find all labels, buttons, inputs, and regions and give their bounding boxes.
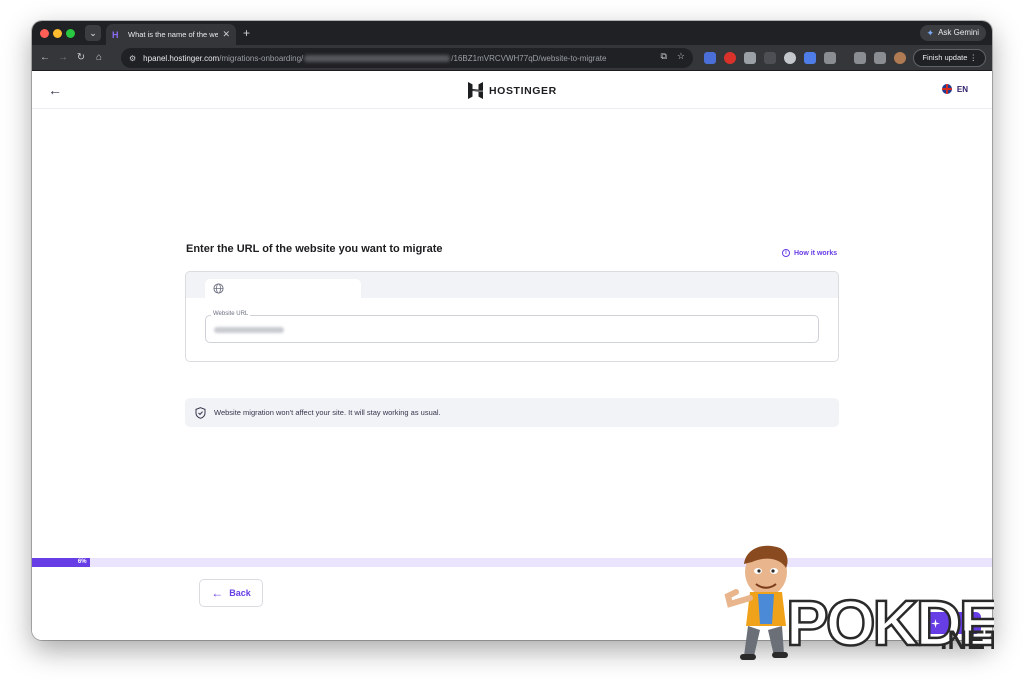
website-url-label: Website URL bbox=[211, 311, 251, 317]
page-header: ← HOSTINGER EN bbox=[32, 72, 992, 109]
minimize-window-button[interactable] bbox=[53, 29, 62, 38]
hostinger-favicon-icon: H bbox=[112, 29, 119, 40]
notice-text: Website migration won't affect your site… bbox=[214, 408, 441, 417]
extension-gray-icon[interactable] bbox=[764, 52, 776, 64]
brand-name: HOSTINGER bbox=[489, 84, 557, 97]
bookmark-star-icon[interactable]: ☆ bbox=[677, 51, 685, 62]
back-button[interactable]: ← Back bbox=[199, 579, 263, 607]
uk-flag-icon bbox=[941, 84, 952, 94]
address-bar[interactable]: ⚙ hpanel.hostinger.com /migrations-onboa… bbox=[121, 48, 693, 68]
tab-strip: ⌄ H What is the name of the websi ✕ + ✦ … bbox=[32, 21, 992, 45]
hostinger-logo: HOSTINGER bbox=[468, 82, 557, 99]
website-url-redacted-value bbox=[214, 327, 284, 333]
hostinger-mark-icon bbox=[468, 82, 483, 99]
url-path-start: /migrations-onboarding/ bbox=[219, 53, 304, 63]
tab-title: What is the name of the websi bbox=[128, 30, 219, 39]
new-tab-icon[interactable]: + bbox=[243, 26, 250, 40]
site-settings-icon[interactable]: ⚙ bbox=[129, 54, 136, 63]
install-app-icon[interactable]: ⧉ bbox=[660, 51, 666, 62]
ask-gemini-label: Ask Gemini bbox=[938, 28, 979, 37]
progress-label: 6% bbox=[77, 559, 87, 565]
extensions-puzzle-icon[interactable] bbox=[824, 52, 836, 64]
extension-shield-icon[interactable] bbox=[704, 52, 716, 64]
language-label: EN bbox=[956, 84, 968, 94]
url-path-end: /16BZ1mVRCVWH77qD/website-to-migrate bbox=[451, 53, 607, 63]
pokde-mascot-icon bbox=[724, 545, 788, 660]
pokde-net-suffix: .NET bbox=[940, 625, 994, 655]
migration-notice: Website migration won't affect your site… bbox=[185, 398, 839, 427]
profile-avatar[interactable] bbox=[894, 52, 906, 64]
tab-close-icon[interactable]: ✕ bbox=[222, 29, 230, 40]
pokde-watermark-logo: POKDE .NET bbox=[724, 545, 994, 660]
card-tab-bar bbox=[186, 272, 838, 298]
reload-icon[interactable]: ↻ bbox=[74, 50, 88, 66]
back-nav-icon[interactable]: ← bbox=[38, 50, 52, 66]
close-window-button[interactable] bbox=[40, 29, 49, 38]
shield-check-icon bbox=[195, 406, 206, 419]
extension-record-icon[interactable] bbox=[724, 52, 736, 64]
browser-tab-active[interactable]: H What is the name of the websi ✕ bbox=[106, 24, 236, 45]
extension-blue-icon[interactable] bbox=[804, 52, 816, 64]
home-icon[interactable]: ⌂ bbox=[92, 50, 106, 66]
maximize-window-button[interactable] bbox=[66, 29, 75, 38]
finish-update-label: Finish update bbox=[922, 53, 968, 62]
more-menu-icon: ⋮ bbox=[969, 53, 978, 62]
progress-fill: 6% bbox=[32, 558, 90, 567]
omnibox-actions: ⧉ ☆ bbox=[660, 51, 685, 62]
back-arrow-icon: ← bbox=[211, 586, 224, 600]
browser-toolbar: ← → ↻ ⌂ ⚙ hpanel.hostinger.com /migratio… bbox=[32, 45, 992, 71]
header-back-arrow-icon[interactable]: ← bbox=[48, 82, 62, 98]
forward-nav-icon[interactable]: → bbox=[56, 50, 70, 66]
gemini-sparkle-icon: ✦ bbox=[926, 28, 935, 38]
card-tab-website[interactable] bbox=[205, 279, 361, 298]
language-selector[interactable]: EN bbox=[941, 84, 968, 94]
screenshot-stage: ⌄ H What is the name of the websi ✕ + ✦ … bbox=[0, 0, 1024, 683]
back-button-label: Back bbox=[229, 588, 251, 598]
how-it-works-label: How it works bbox=[794, 249, 838, 257]
url-redacted-segment bbox=[304, 54, 451, 62]
ask-gemini-button[interactable]: ✦ Ask Gemini bbox=[919, 25, 986, 41]
url-host: hpanel.hostinger.com bbox=[143, 53, 220, 63]
downloads-icon[interactable] bbox=[854, 52, 866, 64]
migration-url-card: Website URL bbox=[185, 271, 839, 362]
page-title: Enter the URL of the website you want to… bbox=[186, 243, 443, 255]
website-url-input[interactable]: Website URL bbox=[205, 311, 819, 343]
finish-update-button[interactable]: Finish update ⋮ bbox=[913, 49, 986, 67]
tab-sync-icon[interactable] bbox=[874, 52, 886, 64]
extension-pen-icon[interactable] bbox=[744, 52, 756, 64]
how-it-works-link[interactable]: i How it works bbox=[782, 249, 837, 257]
extension-link-icon[interactable] bbox=[784, 52, 796, 64]
globe-icon bbox=[213, 283, 224, 294]
tab-search-chevron-icon[interactable]: ⌄ bbox=[85, 25, 101, 41]
info-icon: i bbox=[782, 249, 790, 257]
